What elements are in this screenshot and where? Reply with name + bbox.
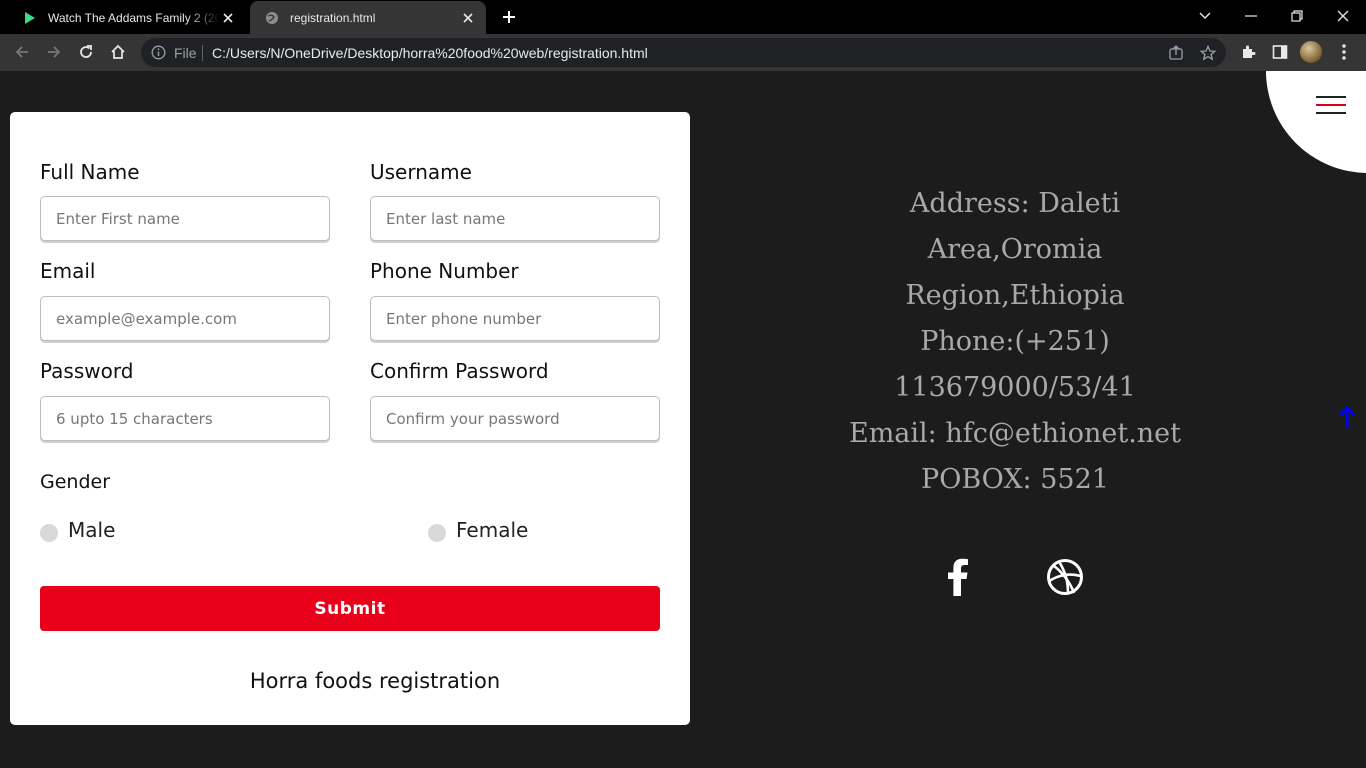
email-label: Email [40,259,96,283]
address-bar[interactable]: File C:/Users/N/OneDrive/Desktop/horra%2… [141,38,1226,67]
globe-icon [264,10,280,26]
facebook-icon[interactable] [938,557,978,597]
close-window-icon[interactable] [1320,0,1366,32]
side-panel-icon[interactable] [1270,42,1290,62]
profile-avatar[interactable] [1300,41,1322,63]
tab-strip: Watch The Addams Family 2 (2021) registr… [0,0,1366,34]
info-icon[interactable] [151,45,166,60]
full-name-label: Full Name [40,160,140,184]
contact-info: Address: Daleti Area,Oromia Region,Ethio… [700,181,1330,581]
form-caption: Horra foods registration [249,669,501,693]
bookmark-star-icon[interactable] [1199,44,1217,62]
phone-number-input[interactable] [370,296,660,341]
confirm-password-label: Confirm Password [370,359,549,383]
male-radio[interactable] [40,524,58,542]
tab-addams-family[interactable]: Watch The Addams Family 2 (2021) [8,1,246,34]
tab-registration[interactable]: registration.html [250,1,486,34]
phone-line: Phone:(+251) [920,326,1110,357]
scheme-label: File [174,45,197,61]
extensions-icon[interactable] [1238,42,1258,62]
minimize-icon[interactable] [1228,0,1274,32]
password-input[interactable] [40,396,330,441]
address-line: Area,Oromia [927,234,1103,265]
share-icon[interactable] [1167,44,1185,62]
email-input[interactable] [40,296,330,341]
url-text[interactable]: C:/Users/N/OneDrive/Desktop/horra%20food… [212,45,648,61]
page-viewport: Full Name Username Email Phone Number Pa… [0,71,1366,768]
email-line: Email: hfc@ethionet.net [849,418,1181,449]
tab-title: registration.html [290,10,376,25]
new-tab-icon[interactable] [500,8,518,26]
confirm-password-input[interactable] [370,396,660,441]
gender-title: Gender [40,471,111,493]
close-icon[interactable] [220,10,236,26]
divider [202,45,203,61]
play-icon [22,10,38,26]
browser-toolbar: File C:/Users/N/OneDrive/Desktop/horra%2… [0,34,1366,71]
username-label: Username [370,160,472,184]
female-label[interactable]: Female [456,518,528,542]
close-icon[interactable] [460,10,476,26]
address-line: Region,Ethiopia [905,280,1125,311]
restore-icon[interactable] [1274,0,1320,32]
dribbble-icon[interactable] [1045,557,1085,597]
forward-arrow-icon[interactable] [44,42,64,62]
back-arrow-icon[interactable] [12,42,32,62]
phone-line: 113679000/53/41 [894,372,1136,403]
male-label[interactable]: Male [68,518,115,542]
phone-number-label: Phone Number [370,259,519,283]
reload-icon[interactable] [76,42,96,62]
username-input[interactable] [370,196,660,241]
address-line: Address: Daleti [909,188,1121,219]
pobox-line: POBOX: 5521 [921,464,1109,495]
full-name-input[interactable] [40,196,330,241]
registration-form: Full Name Username Email Phone Number Pa… [10,112,690,725]
female-radio[interactable] [428,524,446,542]
tab-search-chevron-icon[interactable] [1182,0,1228,32]
tab-title: Watch The Addams Family 2 (2021) [48,10,220,25]
submit-button[interactable]: Submit [40,586,660,631]
hamburger-menu-icon[interactable] [1316,96,1346,118]
menu-corner [1266,71,1366,173]
more-menu-icon[interactable] [1334,42,1354,62]
scroll-to-top-icon[interactable] [1337,405,1357,429]
home-icon[interactable] [108,42,128,62]
password-label: Password [40,359,134,383]
